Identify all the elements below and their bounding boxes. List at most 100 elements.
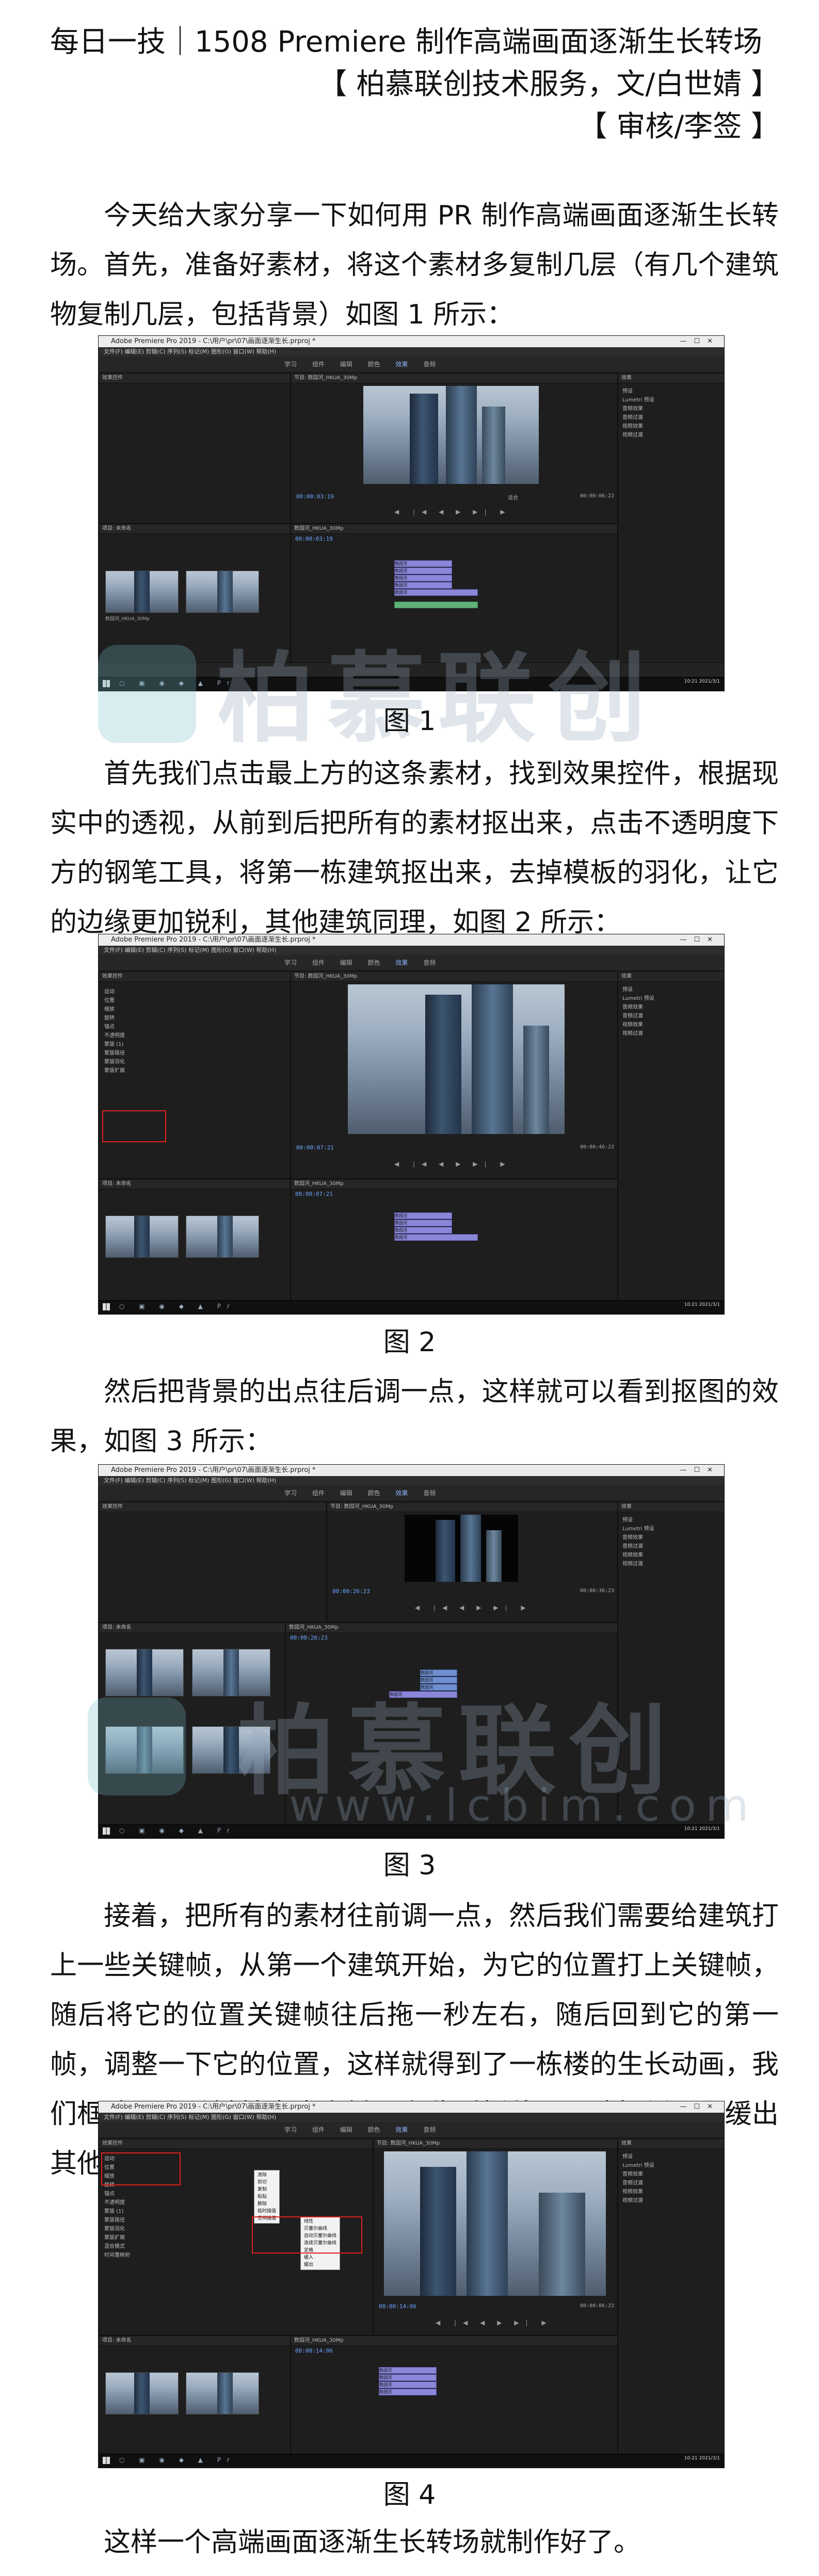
effects-item[interactable]: 视频过渡 (622, 1560, 654, 1568)
workspace-tab[interactable]: 编辑 (340, 2126, 352, 2133)
effect-row[interactable]: 位置 (104, 996, 125, 1005)
effects-item[interactable]: 音频过渡 (622, 2179, 654, 2188)
effects-item[interactable]: 视频效果 (622, 1020, 654, 1029)
context-menu-item[interactable]: 临时插值 (258, 2208, 276, 2215)
effect-property-list[interactable]: 运动 位置 缩放 旋转 锚点 不透明度 蒙版 (1) 蒙版路径 蒙版羽化 蒙版扩… (104, 987, 125, 1075)
playback-controls[interactable]: ◀ ❘◀ ◀ ▶ ▶❘ ▶ (415, 1602, 531, 1613)
taskbar-app-icons[interactable]: ○ ▣ ◉ ◆ ▲ Pr (119, 1827, 236, 1834)
workspace-tab-active[interactable]: 效果 (395, 361, 408, 368)
timeline-clip[interactable]: 数园河 (394, 568, 452, 574)
workspace-tab[interactable]: 编辑 (340, 959, 352, 966)
program-tab[interactable]: 节目: 数园河_HKUA_30Mp (374, 2139, 617, 2149)
effect-row[interactable]: 不透明度 (104, 1031, 125, 1040)
project-tab[interactable]: 项目: 未命名 (99, 1623, 285, 1633)
effects-tab[interactable]: 效果 (618, 1502, 724, 1512)
clip-thumbnail[interactable] (105, 1216, 179, 1258)
workspace-tab[interactable]: 编辑 (340, 361, 352, 368)
window-controls[interactable]: —☐✕ (680, 336, 720, 347)
workspace-tab[interactable]: 音频 (423, 2126, 436, 2133)
timeline-tab[interactable]: 数园河_HKUA_30Mp (291, 2336, 617, 2346)
panel-tab[interactable]: 效果控件 (99, 972, 290, 982)
effects-list[interactable]: 预设 Lumetri 预设 音频效果 音频过渡 视频效果 视频过渡 (622, 2152, 654, 2205)
effects-item[interactable]: 视频效果 (622, 2188, 654, 2196)
workspace-tab[interactable]: 颜色 (368, 959, 380, 966)
timeline-tab[interactable]: 数园河_HKUA_30Mp (291, 524, 617, 534)
effect-row[interactable]: 旋转 (104, 1014, 125, 1023)
submenu-item[interactable]: 缓出 (304, 2261, 336, 2269)
menu-bar[interactable]: 文件(F) 编辑(E) 剪辑(C) 序列(S) 标记(M) 图形(G) 窗口(W… (99, 347, 724, 357)
workspace-tab[interactable]: 组件 (312, 2126, 325, 2133)
project-tab[interactable]: 项目: 未命名 (99, 524, 290, 534)
current-timecode[interactable]: 00:00:03:19 (296, 493, 334, 500)
workspace-tab[interactable]: 学习 (284, 959, 297, 966)
effect-row[interactable]: 混合模式 (104, 2242, 130, 2251)
workspace-tab[interactable]: 音频 (423, 361, 436, 368)
windows-start-icon[interactable] (103, 1827, 110, 1835)
effects-item[interactable]: 视频效果 (622, 1551, 654, 1560)
current-timecode[interactable]: 00:00:07:21 (296, 1144, 334, 1151)
effects-item[interactable]: 音频效果 (622, 1003, 654, 1012)
clip-thumbnail[interactable] (186, 1216, 259, 1258)
menu-bar[interactable]: 文件(F) 编辑(E) 剪辑(C) 序列(S) 标记(M) 图形(G) 窗口(W… (99, 2113, 724, 2122)
window-controls[interactable]: —☐✕ (680, 1465, 720, 1476)
effects-item[interactable]: 音频效果 (622, 404, 654, 413)
timeline-clip[interactable]: 数园河 (379, 2389, 437, 2395)
timeline-clip[interactable]: 数园河 (394, 1220, 452, 1226)
effect-row[interactable]: 蒙版羽化 (104, 2225, 130, 2233)
submenu-item[interactable]: 缓入 (304, 2254, 336, 2261)
program-tab[interactable]: 节目: 数园河_HKUA_30Mp (291, 972, 617, 982)
effects-item[interactable]: 音频过渡 (622, 1542, 654, 1551)
project-tab[interactable]: 项目: 未命名 (99, 2336, 290, 2346)
effect-row[interactable]: 锚点 (104, 2190, 130, 2198)
timeline-clip[interactable]: 数园河 (394, 560, 452, 567)
keyframe-context-menu[interactable]: 清除 剪切 复制 粘贴 删除 临时插值 空间插值 (254, 2170, 280, 2224)
effects-tab[interactable]: 效果 (618, 2139, 724, 2149)
effects-tab[interactable]: 效果 (618, 374, 724, 383)
effects-item[interactable]: 音频效果 (622, 1533, 654, 1542)
effect-row[interactable]: 时间重映射 (104, 2251, 130, 2260)
workspace-tab[interactable]: 学习 (284, 361, 297, 368)
context-menu-item[interactable]: 复制 (258, 2186, 276, 2193)
menu-bar[interactable]: 文件(F) 编辑(E) 剪辑(C) 序列(S) 标记(M) 图形(G) 窗口(W… (99, 946, 724, 955)
timeline-timecode[interactable]: 00:00:14:06 (295, 2347, 333, 2354)
timeline-clip[interactable]: 数园河 (394, 1227, 452, 1234)
clip-thumbnail[interactable] (186, 2372, 259, 2415)
workspace-tab[interactable]: 组件 (312, 959, 325, 966)
program-tab[interactable]: 节目: 数园河_HKUA_30Mp (327, 1502, 617, 1512)
panel-tab[interactable]: 效果控件 (99, 1502, 326, 1512)
workspace-tab[interactable]: 组件 (312, 361, 325, 368)
effect-row[interactable]: 蒙版羽化 (104, 1058, 125, 1066)
timeline-tab[interactable]: 数园河_HKUA_30Mp (286, 1623, 617, 1633)
window-controls[interactable]: —☐✕ (680, 934, 720, 946)
timeline-clip[interactable]: 数园河 (379, 2381, 437, 2388)
effects-item[interactable]: 视频过渡 (622, 2196, 654, 2205)
clip-thumbnail[interactable] (105, 571, 179, 613)
timeline-clip[interactable]: 数园河 (379, 2374, 437, 2381)
timeline-clip[interactable]: 数园河 (379, 2367, 437, 2374)
effects-item[interactable]: 音频效果 (622, 2170, 654, 2179)
workspace-tab-active[interactable]: 效果 (395, 959, 408, 966)
taskbar-app-icons[interactable]: ○ ▣ ◉ ◆ ▲ Pr (119, 1303, 236, 1310)
timeline-clip[interactable]: 数园河 (394, 575, 452, 581)
effect-row[interactable]: 蒙版扩展 (104, 1066, 125, 1075)
playback-controls[interactable]: ◀ ❘◀ ◀ ▶ ▶❘ ▶ (436, 2318, 552, 2328)
effect-row[interactable]: 蒙版扩展 (104, 2233, 130, 2242)
timeline-timecode[interactable]: 00:00:07:21 (295, 1191, 333, 1197)
menu-bar[interactable]: 文件(F) 编辑(E) 剪辑(C) 序列(S) 标记(M) 图形(G) 窗口(W… (99, 1476, 724, 1485)
timeline-tab[interactable]: 数园河_HKUA_30Mp (291, 1179, 617, 1189)
timeline-timecode[interactable]: 00:00:26:23 (290, 1634, 328, 1641)
effect-row[interactable]: 锚点 (104, 1023, 125, 1031)
effect-row[interactable]: 蒙版路径 (104, 1049, 125, 1058)
effects-item[interactable]: Lumetri 预设 (622, 2161, 654, 2170)
effects-item[interactable]: 视频效果 (622, 422, 654, 431)
workspace-tab-active[interactable]: 效果 (395, 2126, 408, 2133)
effect-row[interactable]: 不透明度 (104, 2198, 130, 2207)
clip-thumbnail[interactable] (105, 1649, 184, 1696)
effects-item[interactable]: 预设 (622, 985, 654, 994)
current-timecode[interactable]: 00:00:14:06 (379, 2303, 416, 2310)
workspace-tab[interactable]: 颜色 (368, 1489, 380, 1497)
panel-tab[interactable]: 效果控件 (99, 374, 290, 383)
panel-tab[interactable]: 效果控件 (99, 2139, 373, 2149)
clip-thumbnail[interactable] (186, 571, 259, 613)
effects-item[interactable]: 视频过渡 (622, 431, 654, 440)
